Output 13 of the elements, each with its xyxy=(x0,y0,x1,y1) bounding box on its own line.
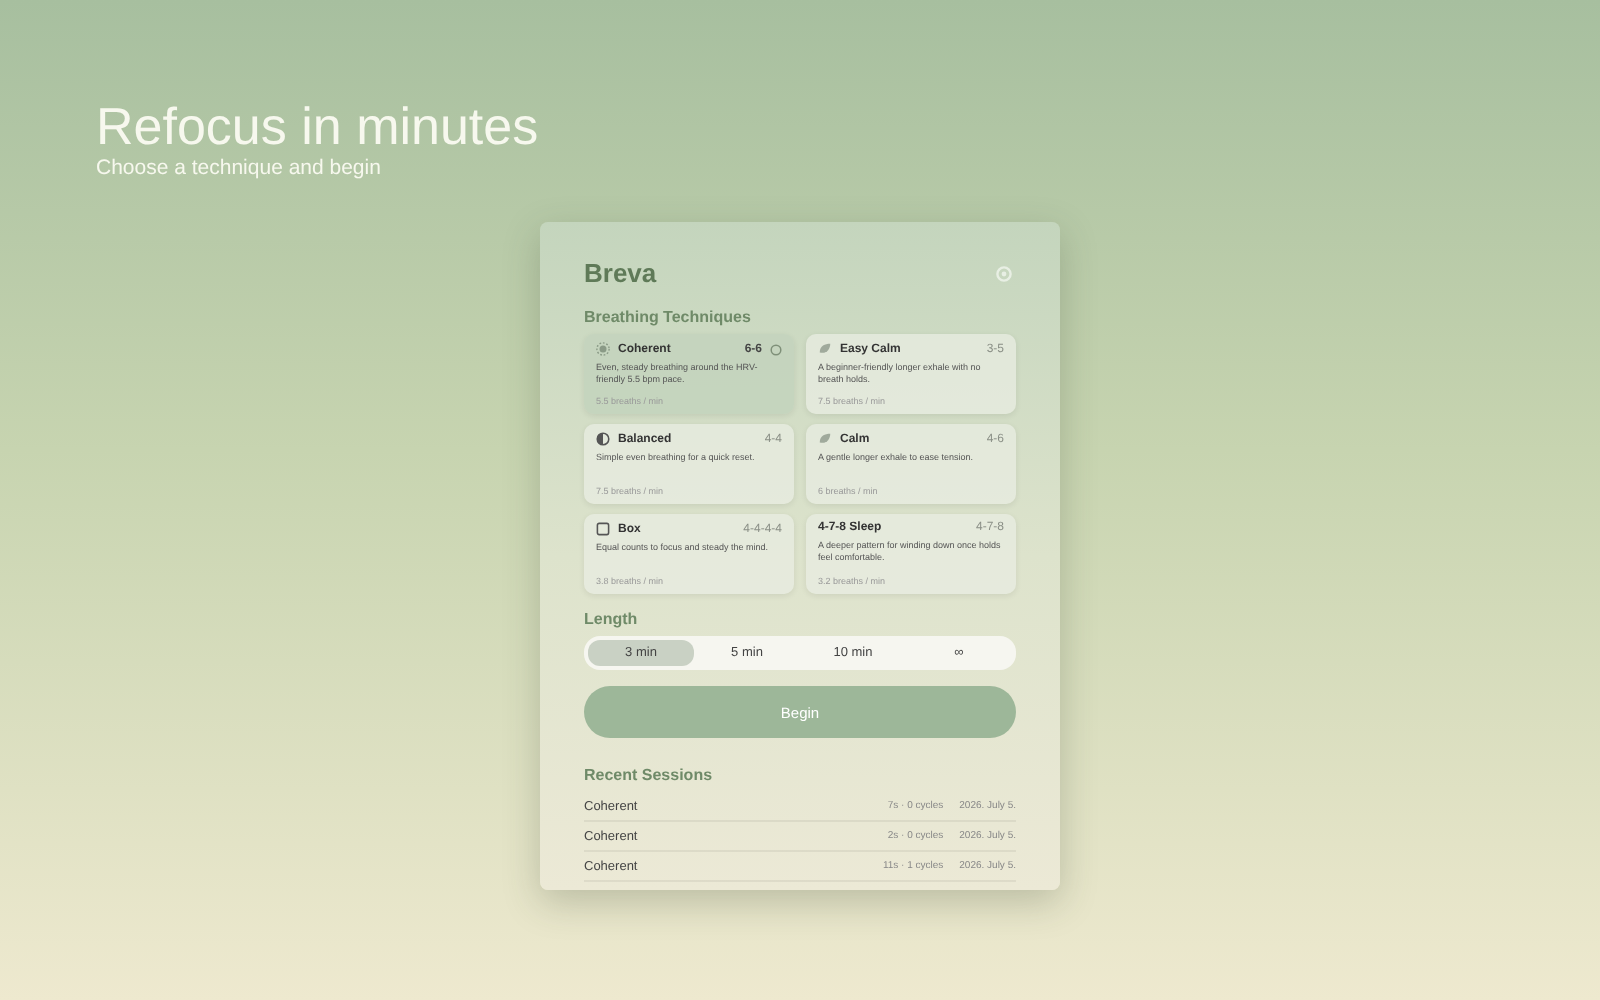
leaf-icon xyxy=(818,432,832,446)
hero-subtitle: Choose a technique and begin xyxy=(96,156,383,180)
check-circle-icon xyxy=(770,343,782,355)
section-heading: Recent Sessions xyxy=(584,766,713,784)
half-circle-icon xyxy=(596,432,610,446)
square-icon xyxy=(596,522,610,536)
hero-title: Refocus in minutes xyxy=(96,96,539,156)
section-heading: Breathing Techniques xyxy=(584,308,751,326)
app-name: Breva xyxy=(584,258,657,288)
sun-icon xyxy=(596,342,610,356)
leaf-icon xyxy=(818,342,832,356)
section-heading: Length xyxy=(584,610,638,628)
settings-icon[interactable] xyxy=(996,265,1012,281)
